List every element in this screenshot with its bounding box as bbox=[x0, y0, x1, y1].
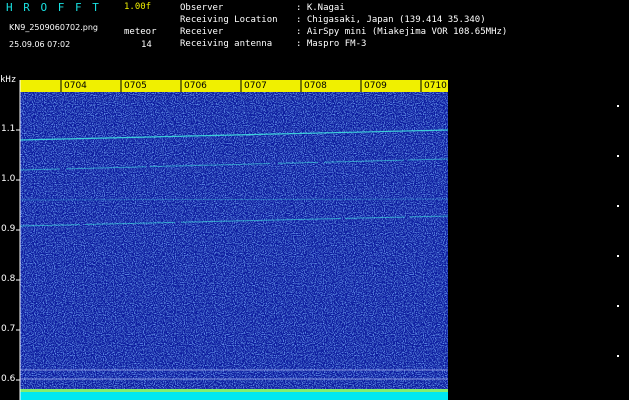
x-tick-label: 0708 bbox=[304, 81, 327, 91]
edge-mark bbox=[617, 205, 619, 207]
y-tick-label: 0.8 bbox=[1, 274, 16, 284]
right-edge-marks bbox=[617, 105, 619, 357]
hrofft-screen: H R O F F T 1.00f KN9_2509060702.png met… bbox=[0, 0, 629, 400]
x-tick-label: 0705 bbox=[124, 81, 147, 91]
y-axis-unit: kHz bbox=[0, 75, 17, 85]
y-tick-label: 1.1 bbox=[1, 124, 16, 134]
edge-mark bbox=[617, 305, 619, 307]
y-tick-label: 0.9 bbox=[1, 224, 16, 234]
waterfall-spectrogram bbox=[16, 80, 619, 400]
y-tick-label: 1.0 bbox=[1, 174, 16, 184]
x-tick-label: 0709 bbox=[364, 81, 387, 91]
y-tick-label: 0.7 bbox=[1, 324, 16, 334]
x-tick-label: 0706 bbox=[184, 81, 207, 91]
edge-mark bbox=[617, 155, 619, 157]
x-tick-label: 0704 bbox=[64, 81, 87, 91]
y-tick-label: 0.6 bbox=[1, 374, 16, 384]
bottom-band-edge bbox=[20, 389, 448, 392]
edge-mark bbox=[617, 355, 619, 357]
edge-mark bbox=[617, 105, 619, 107]
x-tick-label: 0707 bbox=[244, 81, 267, 91]
y-axis-ticks bbox=[16, 129, 20, 381]
waterfall-noise bbox=[20, 80, 448, 390]
x-tick-label: 0710 bbox=[424, 81, 447, 91]
edge-mark bbox=[617, 255, 619, 257]
